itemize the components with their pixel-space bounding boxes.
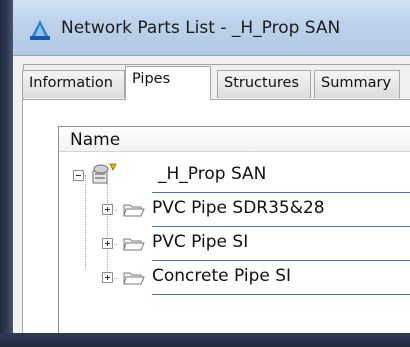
tree-label-root: _H_Prop SAN bbox=[158, 164, 267, 184]
column-header-name[interactable]: Name bbox=[59, 127, 410, 152]
parts-tree-list[interactable]: Name _H_Prop SAN PVC Pipe SDR35&28 PVC P… bbox=[58, 126, 410, 333]
tree-label-child: PVC Pipe SI bbox=[152, 232, 249, 252]
window-frame-bottom bbox=[0, 333, 410, 347]
column-header-label: Name bbox=[70, 130, 121, 150]
collapse-icon[interactable] bbox=[73, 170, 84, 181]
folder-icon bbox=[123, 272, 145, 285]
tab-pipes-label: Pipes bbox=[132, 71, 171, 87]
tree-row-pvc-sdr35[interactable]: PVC Pipe SDR35&28 bbox=[59, 193, 410, 227]
tab-summary[interactable]: Summary bbox=[314, 70, 400, 98]
window-frame-left bbox=[0, 0, 13, 347]
tab-strip: Information Pipes Structures Summary bbox=[22, 66, 410, 100]
tab-information-label: Information bbox=[29, 75, 113, 91]
network-parts-list-window: Network Parts List - _H_Prop SAN Informa… bbox=[0, 0, 410, 347]
tab-structures-label: Structures bbox=[224, 75, 300, 91]
pipe-network-icon bbox=[92, 163, 117, 184]
title-bar[interactable]: Network Parts List - _H_Prop SAN bbox=[13, 0, 410, 56]
folder-icon bbox=[123, 204, 145, 217]
tab-summary-label: Summary bbox=[321, 75, 392, 91]
row-separator bbox=[152, 294, 410, 295]
tree-label-child: PVC Pipe SDR35&28 bbox=[152, 198, 325, 218]
app-icon bbox=[30, 20, 50, 40]
expand-icon[interactable] bbox=[102, 204, 113, 215]
tree-row-pvc-si[interactable]: PVC Pipe SI bbox=[59, 227, 410, 261]
tree-row-root[interactable]: _H_Prop SAN bbox=[59, 159, 410, 193]
tab-information[interactable]: Information bbox=[22, 70, 125, 98]
window-title: Network Parts List - _H_Prop SAN bbox=[61, 18, 341, 38]
expand-icon[interactable] bbox=[102, 238, 113, 249]
tab-structures[interactable]: Structures bbox=[217, 70, 311, 98]
tab-pipes[interactable]: Pipes bbox=[125, 66, 211, 100]
tree-row-concrete-si[interactable]: Concrete Pipe SI bbox=[59, 261, 410, 295]
expand-icon[interactable] bbox=[102, 272, 113, 283]
tree-label-child: Concrete Pipe SI bbox=[152, 266, 292, 286]
folder-icon bbox=[123, 238, 145, 251]
